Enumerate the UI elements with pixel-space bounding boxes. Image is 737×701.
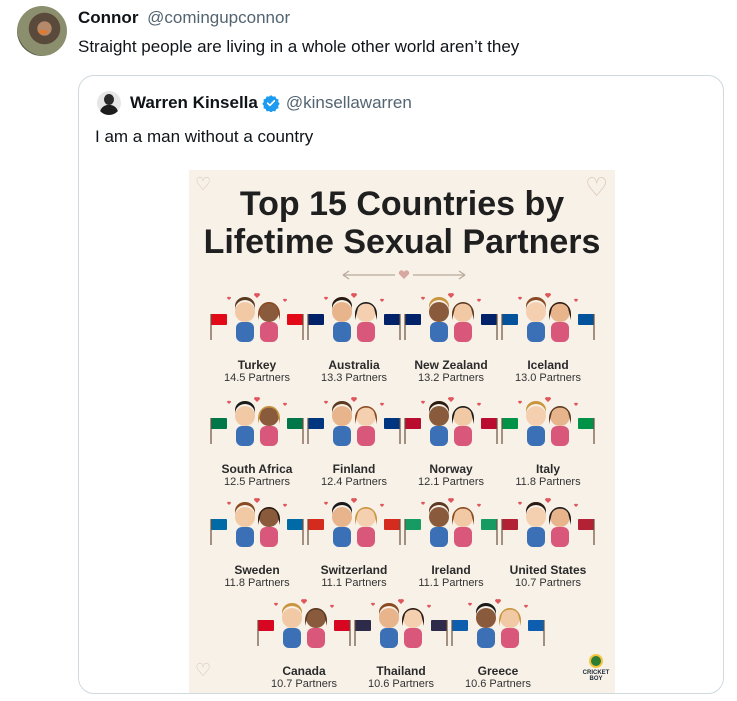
couple-illustration-icon bbox=[210, 397, 304, 446]
couple-illustration-icon bbox=[404, 397, 498, 446]
country-name: Turkey bbox=[237, 358, 277, 372]
country-partners-value: 11.1 Partners bbox=[321, 577, 387, 589]
country-partners-value: 10.7 Partners bbox=[270, 678, 338, 690]
couple-illustration-icon bbox=[210, 498, 304, 547]
couple-illustration-icon bbox=[307, 498, 401, 547]
country-partners-value: 11.1 Partners bbox=[418, 577, 484, 589]
country-card: Thailand 10.6 Partners bbox=[351, 596, 451, 690]
country-card: Switzerland 11.1 Partners bbox=[304, 495, 404, 589]
quote-text: I am a man without a country bbox=[95, 127, 314, 146]
couple-illustration-icon bbox=[451, 599, 545, 648]
author-name[interactable]: Connor bbox=[78, 8, 138, 27]
quoted-tweet[interactable]: Warren Kinsella @kinsellawarren I am a m… bbox=[78, 75, 724, 694]
couple-illustration-icon bbox=[257, 599, 351, 648]
country-name: Ireland bbox=[431, 563, 471, 577]
country-card: Ireland 11.1 Partners bbox=[401, 495, 501, 589]
country-card: Iceland 13.0 Partners bbox=[498, 290, 598, 384]
country-card: Australia 13.3 Partners bbox=[304, 290, 404, 384]
country-partners-value: 12.4 Partners bbox=[320, 476, 388, 488]
infographic-title-line1: Top 15 Countries by bbox=[239, 185, 565, 223]
heart-icon: ♡ bbox=[195, 660, 212, 680]
country-partners-value: 10.7 Partners bbox=[514, 577, 582, 589]
couple-illustration-icon bbox=[501, 397, 595, 446]
author-handle[interactable]: @comingupconnor bbox=[147, 8, 290, 27]
country-card: Italy 11.8 Partners bbox=[498, 394, 598, 488]
infographic-title-line2: Lifetime Sexual Partners bbox=[203, 223, 601, 261]
country-partners-value: 10.6 Partners bbox=[464, 678, 532, 690]
country-name: Norway bbox=[429, 462, 473, 476]
quote-author: Warren Kinsella @kinsellawarren bbox=[130, 93, 412, 113]
couple-illustration-icon bbox=[501, 293, 595, 342]
country-partners-value: 11.8 Partners bbox=[515, 476, 581, 488]
arrow-heart-divider-icon bbox=[342, 270, 466, 280]
avatar[interactable] bbox=[17, 6, 67, 56]
country-card: Canada 10.7 Partners bbox=[254, 596, 354, 690]
cricket-boy-logo: CRICKET BOY bbox=[581, 654, 611, 692]
couple-illustration-icon bbox=[307, 397, 401, 446]
country-name: Italy bbox=[535, 462, 560, 476]
country-name: United States bbox=[509, 563, 587, 577]
verified-badge-icon bbox=[262, 95, 280, 112]
tweet-text: Straight people are living in a whole ot… bbox=[78, 37, 520, 56]
country-partners-value: 13.3 Partners bbox=[320, 372, 388, 384]
country-name: Canada bbox=[282, 664, 326, 678]
country-card: Turkey 14.5 Partners bbox=[207, 290, 307, 384]
country-card: New Zealand 13.2 Partners bbox=[401, 290, 501, 384]
couple-illustration-icon bbox=[210, 293, 304, 342]
country-card: United States 10.7 Partners bbox=[498, 495, 598, 589]
couple-illustration-icon bbox=[354, 599, 448, 648]
country-card: Finland 12.4 Partners bbox=[304, 394, 404, 488]
country-partners-value: 14.5 Partners bbox=[223, 372, 291, 384]
quote-author-name[interactable]: Warren Kinsella bbox=[130, 93, 258, 113]
country-card: Sweden 11.8 Partners bbox=[207, 495, 307, 589]
country-name: New Zealand bbox=[414, 358, 488, 372]
infographic-image[interactable]: ♡ ♡ ♡ Top 15 Countries by Lifetime Sexua… bbox=[189, 170, 615, 693]
country-card: South Africa 12.5 Partners bbox=[207, 394, 307, 488]
country-partners-value: 10.6 Partners bbox=[367, 678, 435, 690]
country-partners-value: 11.8 Partners bbox=[224, 577, 290, 589]
country-name: Switzerland bbox=[320, 563, 388, 577]
country-card: Norway 12.1 Partners bbox=[401, 394, 501, 488]
country-name: Sweden bbox=[234, 563, 280, 577]
quote-author-handle[interactable]: @kinsellawarren bbox=[286, 93, 412, 113]
country-card: Greece 10.6 Partners bbox=[448, 596, 548, 690]
country-partners-value: 12.5 Partners bbox=[223, 476, 291, 488]
country-name: South Africa bbox=[221, 462, 293, 476]
country-name: Greece bbox=[477, 664, 519, 678]
couple-illustration-icon bbox=[404, 293, 498, 342]
country-name: Finland bbox=[332, 462, 376, 476]
quote-avatar[interactable] bbox=[97, 91, 121, 115]
tweet-author: Connor @comingupconnor bbox=[78, 8, 290, 28]
country-name: Australia bbox=[328, 358, 380, 372]
couple-illustration-icon bbox=[307, 293, 401, 342]
couple-illustration-icon bbox=[404, 498, 498, 547]
couple-illustration-icon bbox=[501, 498, 595, 547]
country-partners-value: 13.0 Partners bbox=[514, 372, 582, 384]
country-name: Thailand bbox=[376, 664, 426, 678]
country-partners-value: 12.1 Partners bbox=[417, 476, 485, 488]
country-partners-value: 13.2 Partners bbox=[417, 372, 485, 384]
country-name: Iceland bbox=[527, 358, 569, 372]
